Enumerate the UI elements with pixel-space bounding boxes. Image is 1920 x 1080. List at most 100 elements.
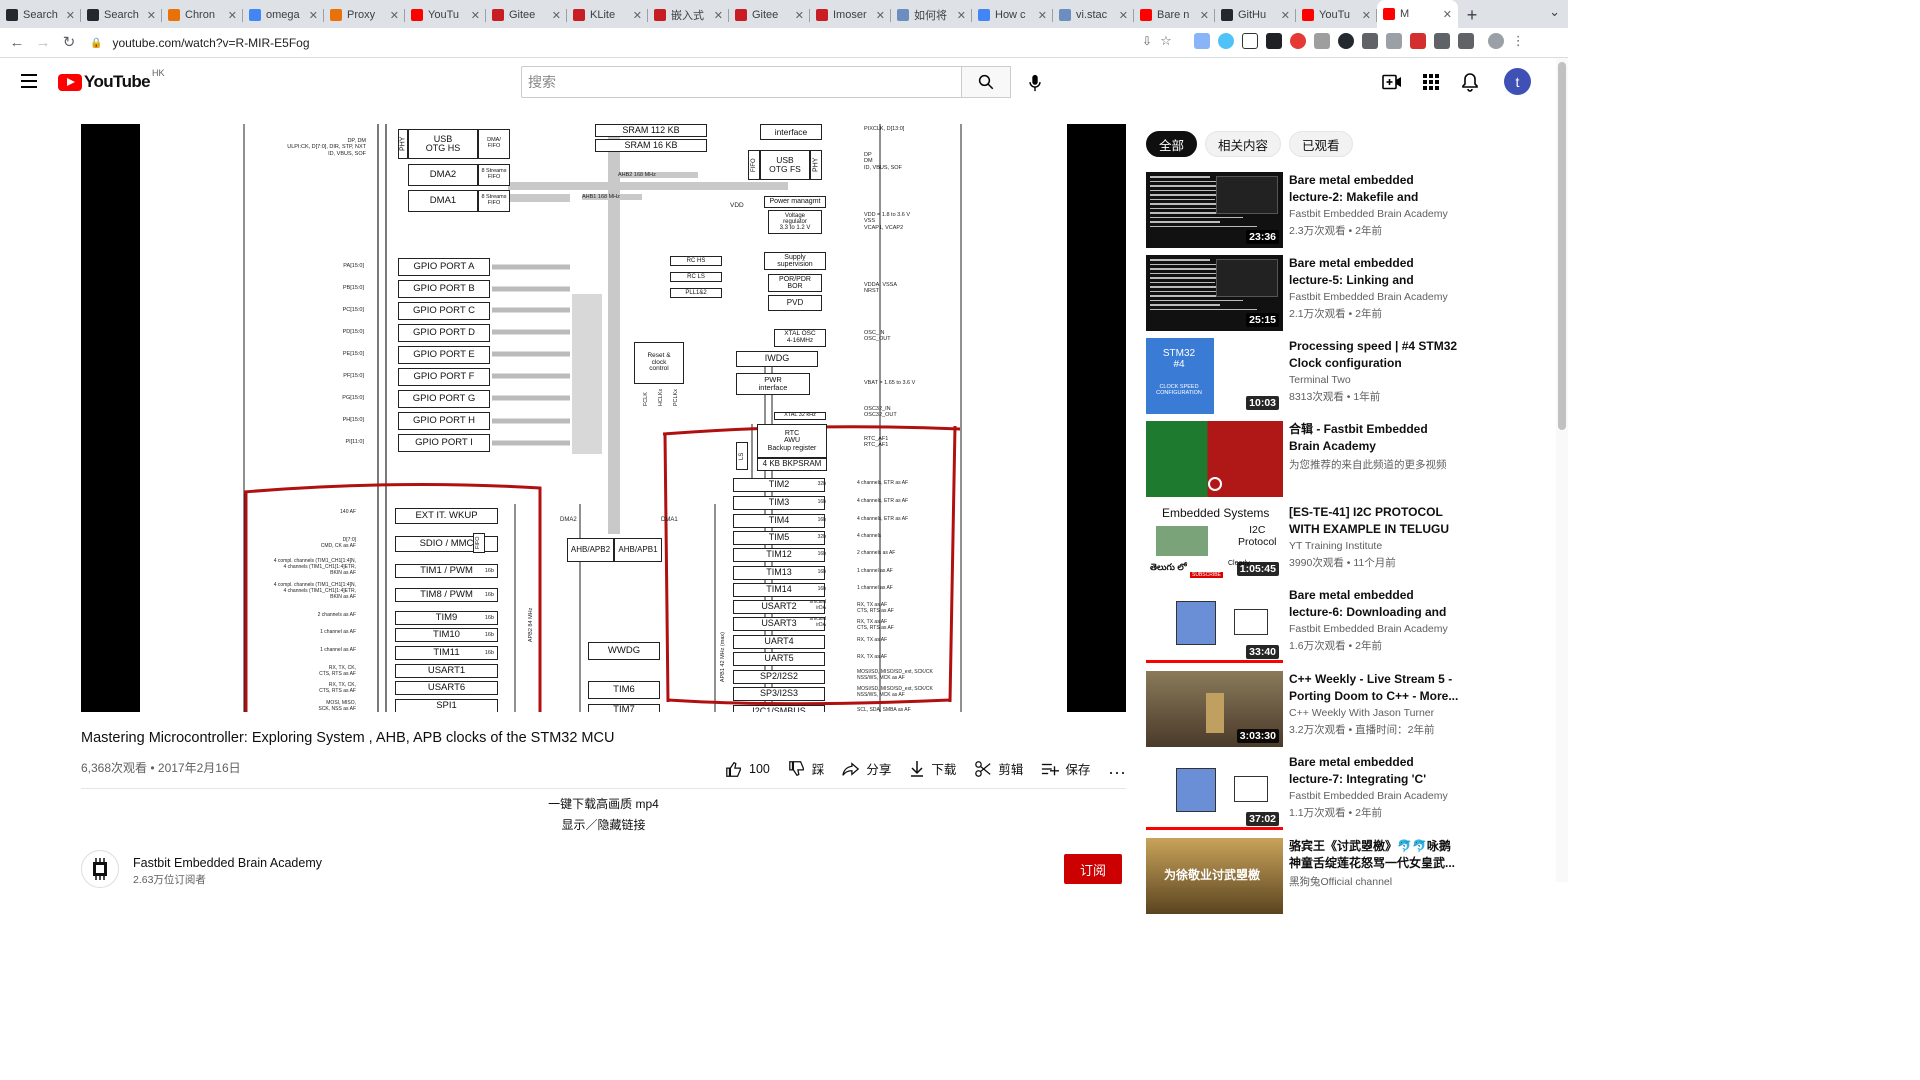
profile-icon[interactable] [1487,33,1504,49]
browser-tab[interactable]: Proxy ✕ [324,2,405,28]
extension-icon[interactable] [1217,33,1234,49]
bookmark-star-icon[interactable]: ☆ [1160,33,1172,49]
video-thumbnail[interactable] [1146,421,1283,497]
channel-avatar[interactable] [81,850,119,888]
recommended-video-title[interactable]: Bare metal embedded lecture-2: Makefile … [1289,172,1459,206]
recommended-video[interactable]: 25:15 Bare metal embedded lecture-5: Link… [1146,255,1461,333]
browser-tab[interactable]: Search ✕ [0,2,81,28]
browser-tab[interactable]: Chron ✕ [162,2,243,28]
recommended-video-channel[interactable]: Fastbit Embedded Brain Academy [1289,790,1448,802]
subscribe-button[interactable]: 订阅 [1064,854,1122,884]
tab-close-icon[interactable]: ✕ [1443,8,1452,21]
recommended-video-channel[interactable]: YT Training Institute [1289,540,1382,552]
reload-icon[interactable]: ↻ [56,33,82,51]
recommended-video[interactable]: 23:36 Bare metal embedded lecture-2: Make… [1146,172,1461,250]
recommended-video-title[interactable]: Bare metal embedded lecture-6: Downloadi… [1289,587,1459,621]
recommended-video-channel[interactable]: Fastbit Embedded Brain Academy [1289,291,1448,303]
browser-tab[interactable]: YouTu ✕ [1296,2,1377,28]
more-actions-button[interactable]: ... [1108,758,1126,779]
tab-search-icon[interactable]: ⌄ [1549,4,1560,20]
recommended-video-channel[interactable]: Fastbit Embedded Brain Academy [1289,623,1448,635]
recommended-video-title[interactable]: Bare metal embedded lecture-5: Linking a… [1289,255,1459,289]
recommended-video-channel[interactable]: Terminal Two [1289,374,1351,386]
back-icon[interactable]: ← [4,34,30,51]
extension-icon[interactable] [1385,33,1402,49]
forward-icon[interactable]: → [30,34,56,51]
video-thumbnail[interactable]: Embedded Systems I2C Protocol తెలుగు లో SUB… [1146,504,1283,580]
recommended-video[interactable]: 3:03:30 C++ Weekly - Live Stream 5 - Port… [1146,671,1461,749]
recommended-video-channel[interactable]: C++ Weekly With Jason Turner [1289,707,1434,719]
chip-all[interactable]: 全部 [1146,131,1198,157]
new-tab-button[interactable]: + [1458,2,1486,28]
recommended-video-title[interactable]: C++ Weekly - Live Stream 5 - Porting Doo… [1289,671,1459,704]
tab-close-icon[interactable]: ✕ [1200,9,1209,22]
browser-tab[interactable]: vi.stac ✕ [1053,2,1134,28]
github-extension-icon[interactable] [1337,33,1354,49]
recommended-video-title[interactable]: Processing speed | #4 STM32 Clock config… [1289,338,1459,371]
tab-close-icon[interactable]: ✕ [1281,9,1290,22]
recommended-video[interactable]: 为徐敬业讨武曌檄 骆宾王《讨武曌檄》🐬🐬咏鹅神童舌绽莲花怒骂一代女皇武... 黑狗兔… [1146,838,1461,916]
recommended-video-title[interactable]: 骆宾王《讨武曌檄》🐬🐬咏鹅神童舌绽莲花怒骂一代女皇武... [1289,838,1459,871]
translate-extension-icon[interactable] [1193,33,1210,49]
recommended-video-title[interactable]: 合辑 - Fastbit Embedded Brain Academy [1289,421,1459,454]
browser-tab[interactable]: M ✕ [1377,0,1458,28]
recommended-video-title[interactable]: [ES-TE-41] I2C PROTOCOL WITH EXAMPLE IN … [1289,504,1459,538]
search-input[interactable] [521,66,961,98]
recommended-video[interactable]: 37:02 Bare metal embedded lecture-7: Inte… [1146,754,1461,832]
tab-close-icon[interactable]: ✕ [228,9,237,22]
toggle-links-link[interactable]: 显示／隐藏链接 [81,816,1126,833]
recommended-video[interactable]: 33:40 Bare metal embedded lecture-6: Down… [1146,587,1461,665]
video-player[interactable]: USB OTG HS DMA2 DMA1 DMA/ FIFO 8 Streams FIF… [81,124,1126,712]
video-thumbnail[interactable]: 33:40 [1146,587,1283,663]
browser-tab[interactable]: GitHu ✕ [1215,2,1296,28]
browser-tab[interactable]: Search ✕ [81,2,162,28]
browser-tab[interactable]: omega ✕ [243,2,324,28]
reading-list-icon[interactable] [1457,33,1474,49]
notifications-bell-icon[interactable] [1458,70,1482,94]
account-avatar[interactable]: t [1504,68,1531,95]
browser-tab[interactable]: YouTu ✕ [405,2,486,28]
tab-close-icon[interactable]: ✕ [876,9,885,22]
apps-grid-icon[interactable] [1419,70,1443,94]
video-thumbnail[interactable]: 25:15 [1146,255,1283,331]
like-button[interactable]: 100 [725,760,770,778]
channel-name[interactable]: Fastbit Embedded Brain Academy [133,856,322,870]
tab-close-icon[interactable]: ✕ [552,9,561,22]
browser-tab[interactable]: Bare n ✕ [1134,2,1215,28]
extension-icon[interactable] [1265,33,1282,49]
tab-close-icon[interactable]: ✕ [795,9,804,22]
search-button[interactable] [961,66,1011,98]
video-thumbnail[interactable]: 3:03:30 [1146,671,1283,747]
clip-button[interactable]: 剪辑 [974,759,1023,778]
tab-close-icon[interactable]: ✕ [1038,9,1047,22]
tab-close-icon[interactable]: ✕ [633,9,642,22]
browser-tab[interactable]: How c ✕ [972,2,1053,28]
tab-close-icon[interactable]: ✕ [147,9,156,22]
tab-close-icon[interactable]: ✕ [309,9,318,22]
video-thumbnail[interactable]: 23:36 [1146,172,1283,248]
recommended-video[interactable]: STM32 #4 CLOCK SPEED CONFIGURATION 10:03 Pr… [1146,338,1461,416]
tab-close-icon[interactable]: ✕ [1362,9,1371,22]
browser-tab[interactable]: Gitee ✕ [486,2,567,28]
tab-close-icon[interactable]: ✕ [714,9,723,22]
save-button[interactable]: 保存 [1041,759,1090,778]
browser-tab[interactable]: Imoser ✕ [810,2,891,28]
tab-close-icon[interactable]: ✕ [471,9,480,22]
recommended-video-channel[interactable]: 为您推荐的来自此频道的更多视频 [1289,457,1447,472]
extension-icon[interactable] [1409,33,1426,49]
install-icon[interactable]: ⇩ [1142,34,1152,48]
chip-watched[interactable]: 已观看 [1289,131,1353,157]
voice-search-button[interactable] [1022,70,1048,96]
download-button[interactable]: 下载 [909,759,956,778]
timer-extension-icon[interactable] [1241,33,1258,49]
recommended-video[interactable]: 合辑 - Fastbit Embedded Brain Academy 为您推荐的… [1146,421,1461,499]
share-button[interactable]: 分享 [842,759,891,778]
extension-icon[interactable] [1313,33,1330,49]
create-video-icon[interactable] [1380,70,1404,94]
browser-tab[interactable]: 嵌入式 ✕ [648,2,729,28]
extension-icon[interactable] [1289,33,1306,49]
recommended-video[interactable]: Embedded Systems I2C Protocol తెలుగు లో SUB… [1146,504,1461,582]
puzzle-icon[interactable] [1433,33,1450,49]
download-extension-icon[interactable] [1361,33,1378,49]
video-thumbnail[interactable]: STM32 #4 CLOCK SPEED CONFIGURATION 10:03 [1146,338,1283,414]
